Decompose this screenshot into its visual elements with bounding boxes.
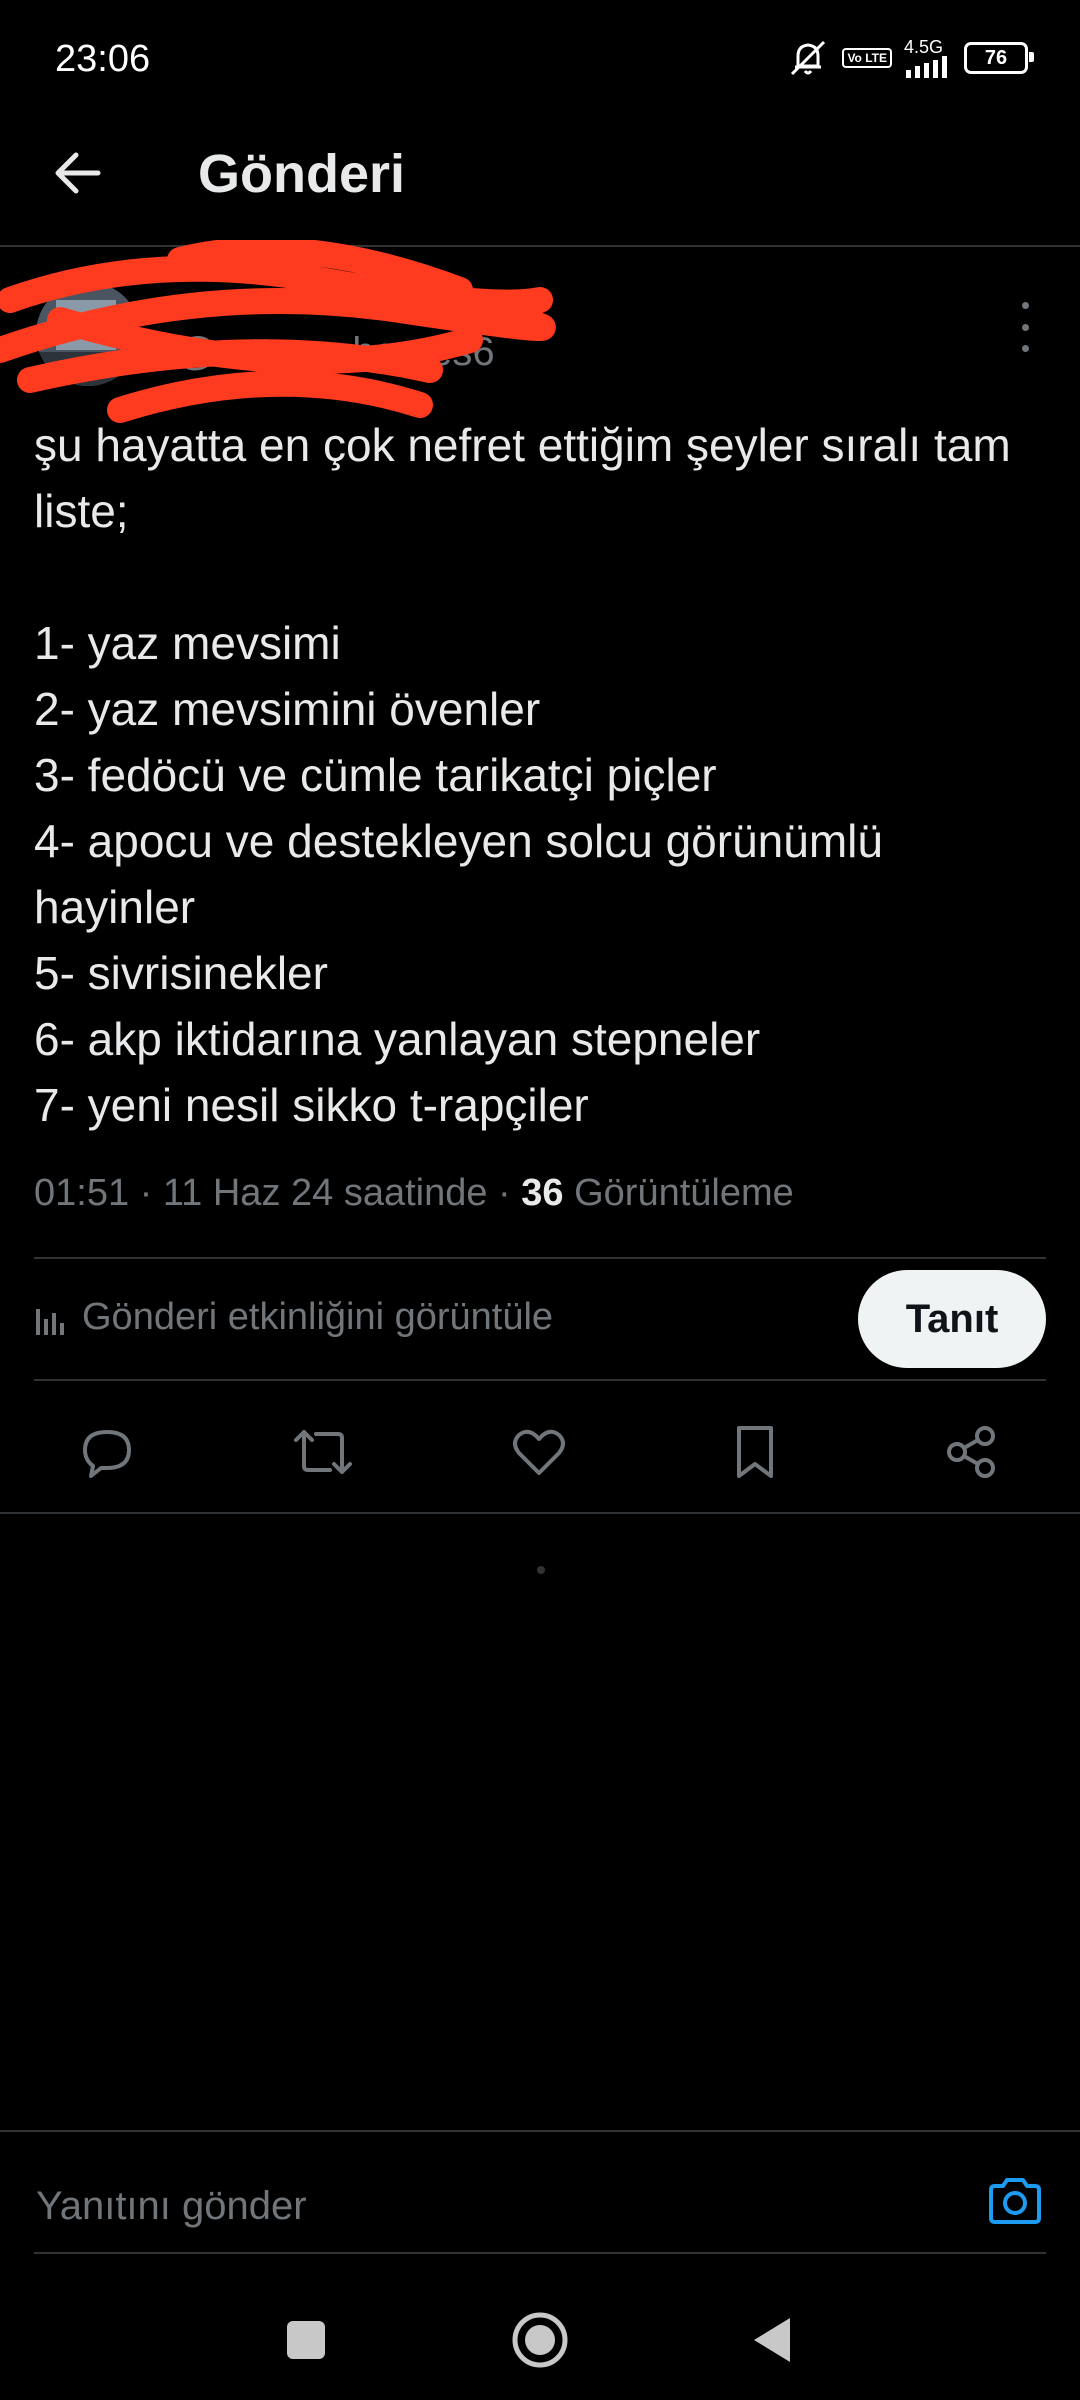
- promote-button[interactable]: Tanıt: [858, 1270, 1046, 1368]
- like-button[interactable]: [501, 1414, 577, 1490]
- network-type: 4.5G: [904, 37, 944, 57]
- back-button[interactable]: [44, 140, 110, 206]
- recents-icon: [287, 2321, 325, 2359]
- arrow-left-icon: [55, 152, 101, 194]
- mute-bell-icon: [791, 40, 826, 76]
- home-icon: [512, 2312, 568, 2368]
- repost-button[interactable]: [285, 1414, 361, 1490]
- dot: [1021, 345, 1029, 352]
- volte-label: Vo LTE: [847, 51, 887, 65]
- signal-icon: [906, 56, 947, 78]
- post-activity-link[interactable]: Gönderi etkinliğini görüntüle: [34, 1296, 553, 1339]
- reply-bottom-divider: [34, 2252, 1046, 2254]
- bookmark-button[interactable]: [717, 1414, 793, 1490]
- post-activity-label: Gönderi etkinliğini görüntüle: [82, 1296, 554, 1338]
- repost-icon: [294, 1430, 352, 1474]
- status-icons: Vo LTE 4.5G 76: [786, 36, 1034, 80]
- actions-divider: [0, 1512, 1080, 1514]
- bookmark-icon: [737, 1426, 773, 1478]
- share-button[interactable]: [933, 1414, 1009, 1490]
- back-nav-button[interactable]: [732, 2300, 812, 2380]
- battery-level: 76: [984, 46, 1008, 69]
- reply-input[interactable]: [34, 2170, 938, 2242]
- redaction-scribble: [0, 240, 556, 423]
- recents-button[interactable]: [266, 2300, 346, 2380]
- reply-icon: [83, 1430, 131, 1478]
- views-label: Görüntüleme: [563, 1172, 794, 1214]
- network-indicator: 4.5G: [904, 38, 952, 78]
- meta-divider: [34, 1257, 1046, 1259]
- post-meta: 01:51 · 11 Haz 24 saatinde · 36 Görüntül…: [34, 1172, 794, 1215]
- battery-icon: 76: [964, 42, 1034, 74]
- like-icon: [513, 1429, 565, 1475]
- activity-divider: [34, 1379, 1046, 1381]
- reply-top-divider: [0, 2130, 1080, 2132]
- back-triangle-icon: [754, 2318, 790, 2362]
- analytics-icon: [36, 1308, 64, 1335]
- volte-indicator: Vo LTE: [842, 48, 892, 68]
- reply-button[interactable]: [69, 1414, 145, 1490]
- status-time: 23:06: [55, 38, 151, 80]
- camera-button[interactable]: [984, 2170, 1046, 2232]
- camera-icon: [989, 2178, 1041, 2224]
- page-title: Gönderi: [198, 144, 406, 204]
- dot: [1021, 323, 1029, 331]
- dot: [1021, 302, 1029, 309]
- loading-dot: [537, 1566, 545, 1574]
- post-timestamp: 01:51 · 11 Haz 24 saatinde ·: [34, 1172, 522, 1214]
- more-options-button[interactable]: [1010, 302, 1040, 352]
- views-count: 36: [521, 1172, 564, 1214]
- share-icon: [947, 1426, 995, 1478]
- home-button[interactable]: [500, 2300, 580, 2380]
- post-text: şu hayatta en çok nefret ettiğim şeyler …: [34, 419, 1011, 1131]
